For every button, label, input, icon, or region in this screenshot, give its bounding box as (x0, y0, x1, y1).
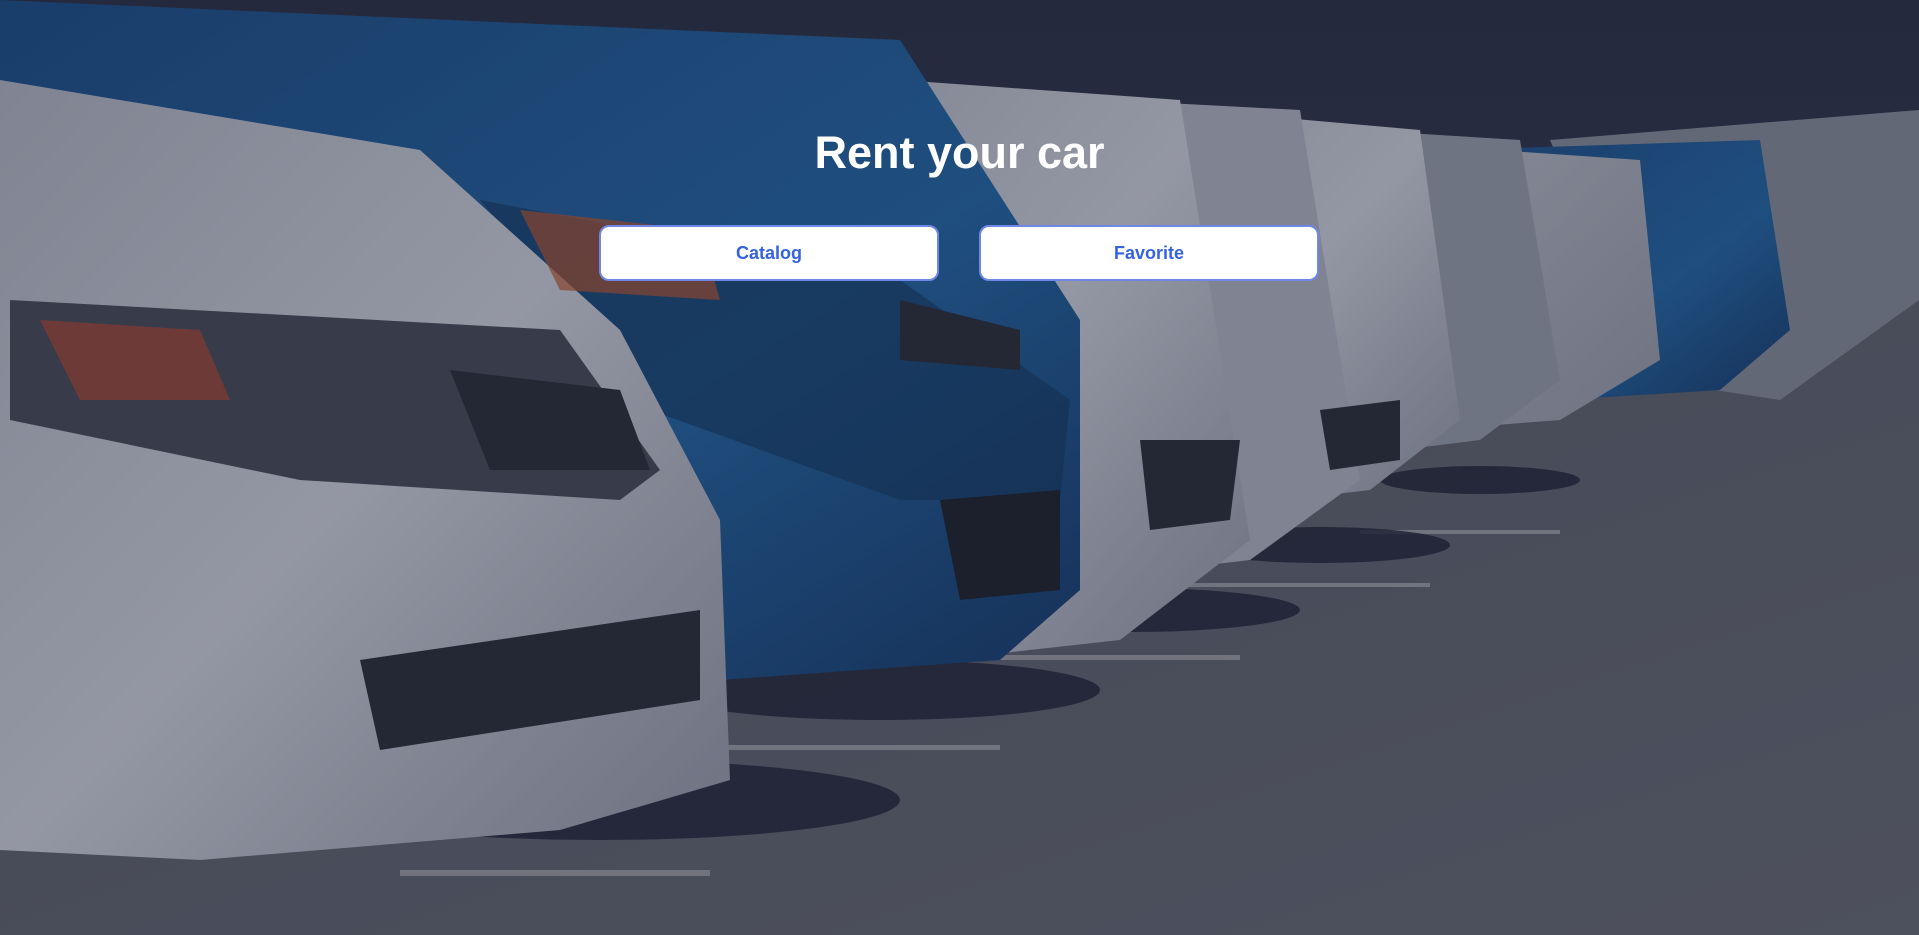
page-title: Rent your car (814, 127, 1105, 178)
hero-section: Rent your car Catalog Favorite (0, 0, 1919, 935)
hero-content: Rent your car Catalog Favorite (0, 0, 1919, 935)
catalog-button[interactable]: Catalog (599, 225, 939, 281)
favorite-button[interactable]: Favorite (979, 225, 1319, 281)
